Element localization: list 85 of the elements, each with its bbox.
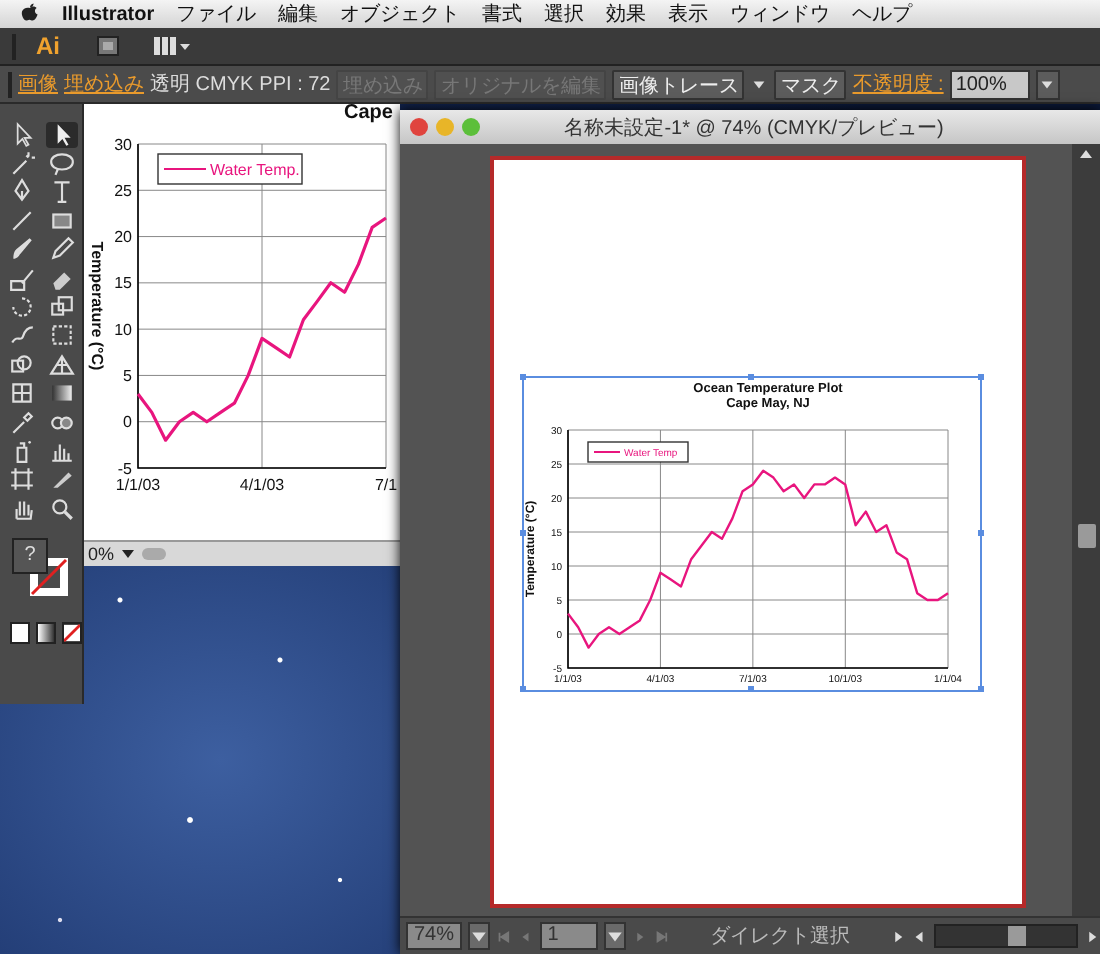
- embed-link[interactable]: 埋め込み: [64, 70, 144, 98]
- page-dropdown-button[interactable]: [603, 922, 626, 950]
- fill-swatch[interactable]: ?: [12, 538, 48, 575]
- menu-item[interactable]: 表示: [668, 0, 709, 28]
- bridge-icon[interactable]: [96, 34, 120, 58]
- window-title: 名称未設定-1* @ 74% (CMYK/プレビュー): [562, 115, 946, 141]
- horizontal-scrollbar[interactable]: [934, 924, 1079, 948]
- menu-item[interactable]: 効果: [606, 0, 647, 28]
- menu-item[interactable]: Illustrator: [62, 3, 155, 25]
- scroll-right-arrow-icon[interactable]: [1084, 927, 1100, 945]
- selection-handle[interactable]: [978, 530, 984, 536]
- menu-item[interactable]: 選択: [544, 0, 585, 28]
- axis-tick-label: 1/1/03: [115, 476, 161, 495]
- rectangle-icon[interactable]: [46, 207, 78, 234]
- page-number-field[interactable]: 1: [539, 922, 598, 950]
- color-mode-button[interactable]: [10, 622, 30, 645]
- apple-icon[interactable]: [20, 2, 40, 26]
- shape-builder-icon[interactable]: [6, 351, 38, 378]
- ppi-label: PPI : 72: [259, 73, 331, 95]
- opacity-field[interactable]: 100%: [949, 69, 1030, 99]
- close-button[interactable]: [410, 118, 428, 136]
- selection-handle[interactable]: [978, 374, 984, 380]
- selection-handle[interactable]: [978, 686, 984, 692]
- scrollbar-thumb[interactable]: [1077, 524, 1095, 548]
- zoom-level[interactable]: 0%: [88, 542, 115, 566]
- axis-tick-label: -5: [117, 459, 132, 478]
- axis-tick-label: 7/1: [374, 476, 398, 495]
- scrollbar-thumb[interactable]: [142, 548, 167, 560]
- gradient-mode-button[interactable]: [36, 622, 56, 645]
- axis-tick-label: 0: [123, 413, 132, 432]
- axis-tick-label: 5: [123, 367, 132, 386]
- axis-tick-label: 30: [114, 135, 132, 154]
- status-menu-arrow-icon[interactable]: [890, 927, 907, 945]
- legend-label: Water Temp.: [210, 160, 300, 179]
- opacity-link[interactable]: 不透明度 :: [852, 70, 944, 98]
- dropdown-caret-icon: [1038, 75, 1057, 93]
- arrange-documents-icon[interactable]: [152, 34, 192, 58]
- selection-handle[interactable]: [520, 530, 526, 536]
- menu-item[interactable]: ファイル: [176, 0, 257, 28]
- selection-handle[interactable]: [748, 686, 754, 692]
- rotate-icon[interactable]: [6, 294, 38, 321]
- gradient-icon[interactable]: [46, 380, 78, 407]
- dropdown-caret-icon: [470, 927, 489, 945]
- menu-item[interactable]: 書式: [482, 0, 523, 28]
- zoom-dropdown-button[interactable]: [468, 922, 491, 950]
- perspective-grid-icon[interactable]: [46, 351, 78, 378]
- menu-item[interactable]: ヘルプ: [852, 0, 913, 28]
- vertical-scrollbar[interactable]: [1072, 144, 1100, 916]
- menu-item[interactable]: 編集: [278, 0, 319, 28]
- dropdown-caret-icon[interactable]: [750, 75, 769, 93]
- warp-icon[interactable]: [6, 322, 38, 349]
- scrollbar-thumb[interactable]: [1008, 926, 1027, 946]
- dropdown-caret-icon[interactable]: [120, 546, 137, 562]
- blob-brush-icon[interactable]: [6, 265, 38, 292]
- chart-subtitle: Cape: [344, 104, 393, 124]
- axis-tick-label: 10: [114, 320, 132, 339]
- menu-item[interactable]: オブジェクト: [340, 0, 461, 28]
- object-type-link[interactable]: 画像: [18, 70, 58, 98]
- axis-title: Temperature (°C): [88, 241, 106, 371]
- axis-tick-label: 20: [114, 228, 132, 247]
- menu-item[interactable]: ウィンドウ: [730, 0, 831, 28]
- artboard-icon[interactable]: [6, 466, 38, 493]
- scroll-left-arrow-icon[interactable]: [912, 927, 929, 945]
- none-mode-button[interactable]: [62, 622, 82, 645]
- toolbar-button[interactable]: 画像トレース: [612, 69, 745, 99]
- axis-tick-label: 4/1/03: [239, 476, 285, 495]
- dropdown-caret-icon: [605, 927, 624, 945]
- axis-tick-label: 25: [114, 181, 132, 200]
- pencil-icon[interactable]: [46, 236, 78, 263]
- lasso-icon[interactable]: [46, 150, 78, 177]
- legend-box: [587, 441, 689, 463]
- free-transform-icon[interactable]: [46, 322, 78, 349]
- toolbar-button[interactable]: マスク: [774, 69, 847, 99]
- zoom-field[interactable]: 74%: [406, 922, 463, 950]
- color-mode-label: 透明 CMYK: [150, 71, 254, 98]
- app-logo: Ai: [36, 32, 60, 60]
- status-text: ダイレクト選択: [707, 924, 852, 950]
- selection-handle[interactable]: [520, 374, 526, 380]
- scale-icon[interactable]: [46, 294, 78, 321]
- selection-handle[interactable]: [748, 374, 754, 380]
- mesh-icon[interactable]: [6, 380, 38, 407]
- opacity-dropdown-button[interactable]: [1035, 69, 1060, 99]
- zoom-icon[interactable]: [46, 495, 78, 522]
- selection-handle[interactable]: [520, 686, 526, 692]
- axis-tick-label: 15: [114, 274, 132, 293]
